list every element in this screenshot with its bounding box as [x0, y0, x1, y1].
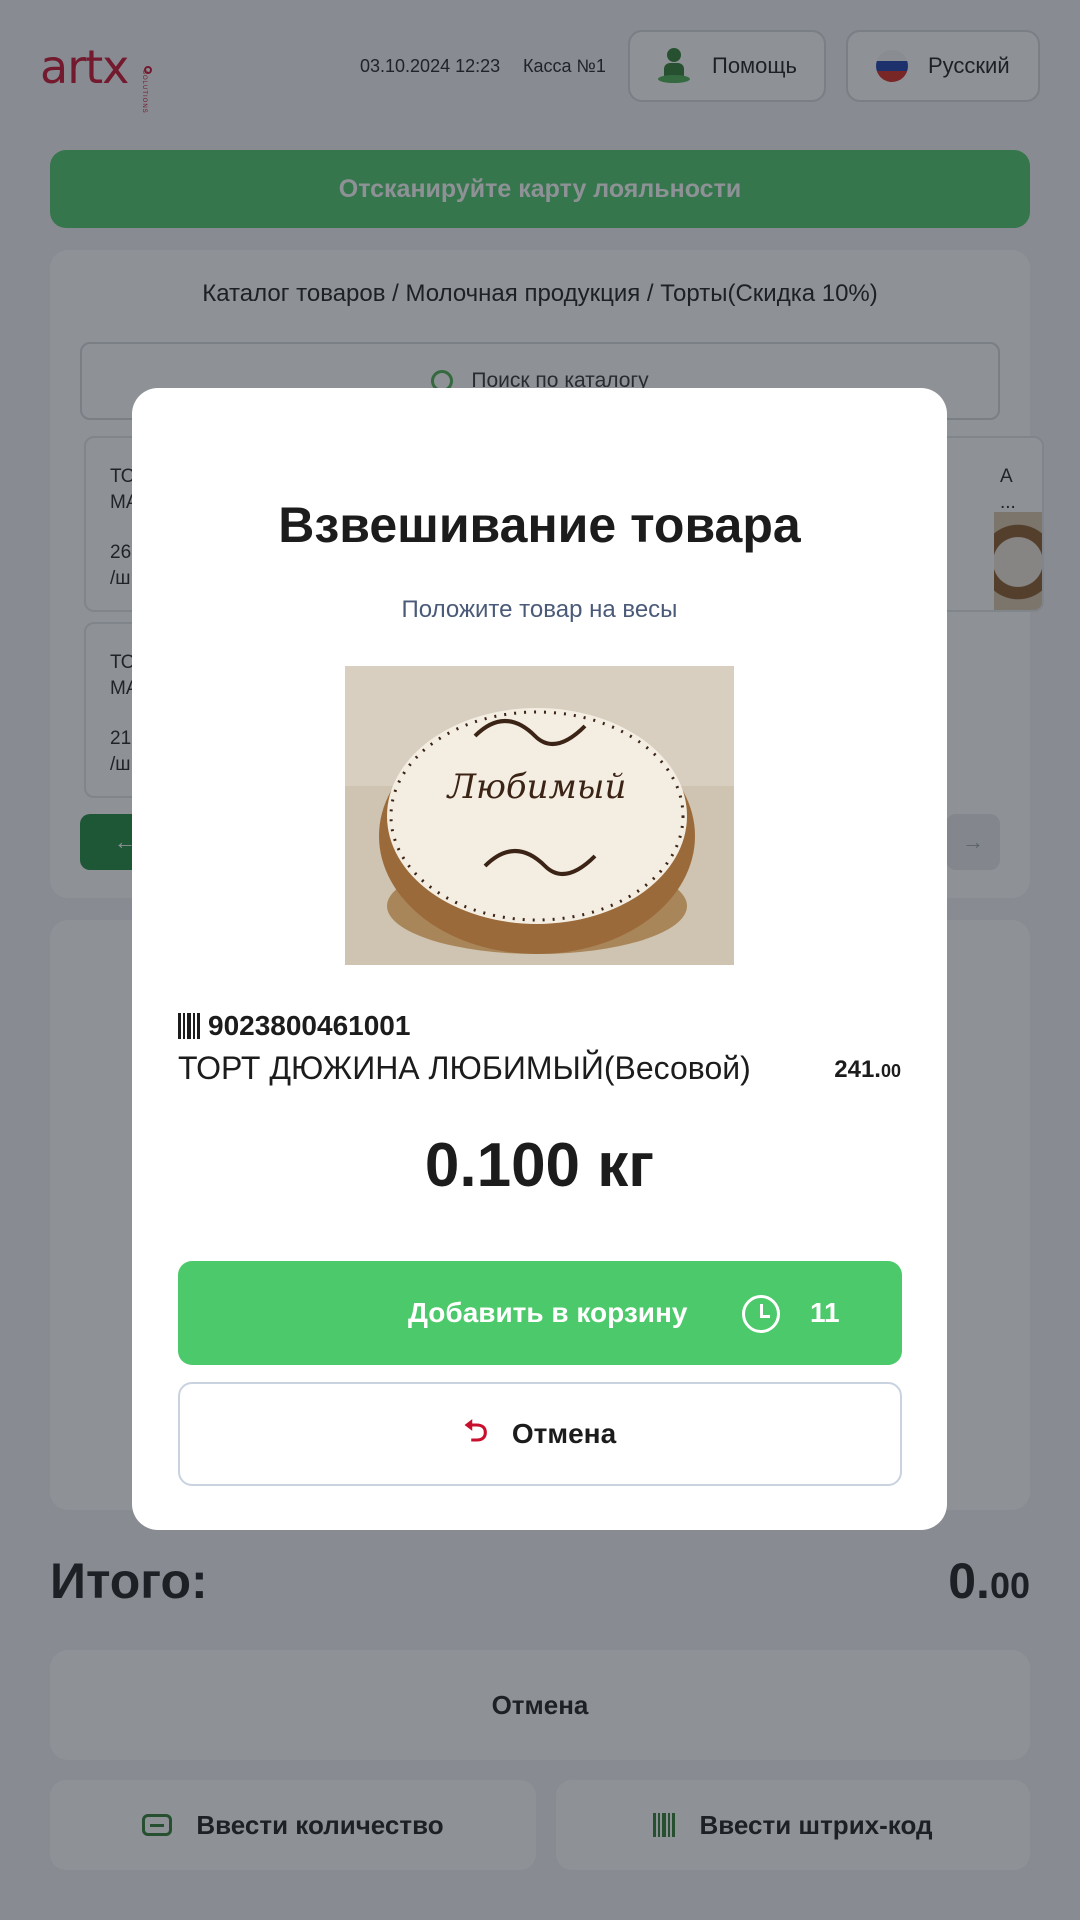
product-barcode: 9023800461001 — [178, 1010, 410, 1042]
cake-illustration: Любимый — [345, 666, 734, 965]
product-price: 241.00 — [834, 1056, 901, 1084]
countdown-value: 11 — [810, 1297, 840, 1328]
cancel-button[interactable]: ⮌ Отмена — [178, 1382, 902, 1486]
add-to-cart-button[interactable]: Добавить в корзину 11 — [178, 1261, 902, 1365]
product-image: Любимый — [345, 666, 734, 965]
dialog-subtitle: Положите товар на весы — [401, 596, 678, 623]
product-name: ТОРТ ДЮЖИНА ЛЮБИМЫЙ(Весовой) — [178, 1050, 751, 1086]
cake-text: Любимый — [446, 767, 627, 807]
barcode-value: 9023800461001 — [208, 1010, 411, 1041]
undo-icon: ⮌ — [463, 1414, 488, 1448]
timer-icon — [742, 1295, 780, 1333]
weighing-dialog: Взвешивание товара Положите товар на вес… — [132, 388, 947, 1530]
dialog-title: Взвешивание товара — [278, 497, 801, 553]
barcode-icon — [178, 1013, 200, 1039]
price-int: 241. — [834, 1056, 881, 1083]
weight-readout: 0.100 кг — [424, 1131, 655, 1200]
add-to-cart-label: Добавить в корзину — [408, 1297, 688, 1328]
cancel-label: Отмена — [511, 1418, 617, 1449]
price-dec: 00 — [880, 1061, 901, 1081]
